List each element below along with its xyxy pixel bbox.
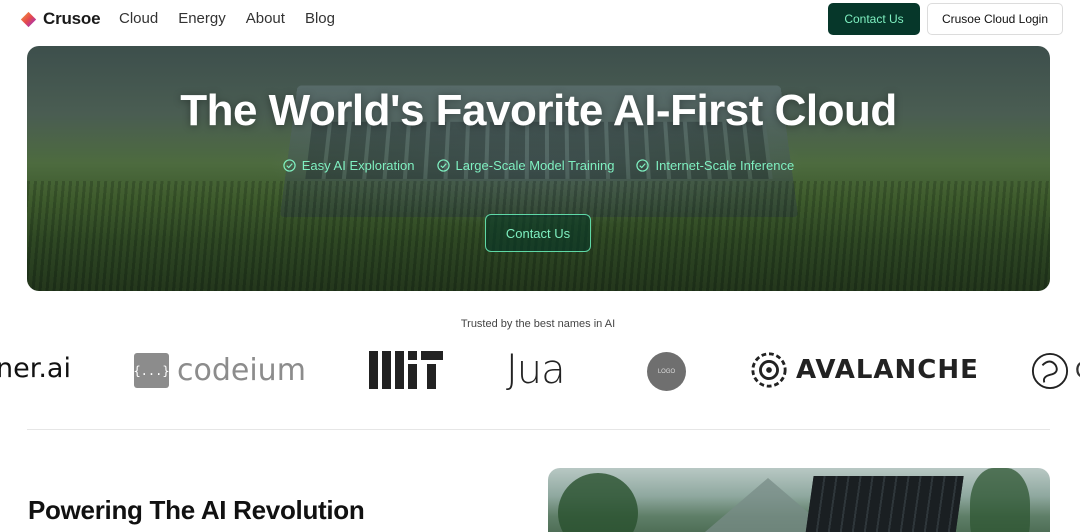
section-title: Powering The AI Revolution	[28, 495, 365, 525]
partner-logo-strip: ner.ai {...} codeium Jua LOGO AVALANCHE …	[0, 345, 1080, 400]
feature-label: Easy AI Exploration	[301, 158, 415, 173]
hero-banner: The World's Favorite AI-First Cloud Easy…	[27, 46, 1050, 291]
image-tree	[558, 473, 638, 532]
nav-links: Cloud Energy About Blog	[119, 10, 335, 27]
check-circle-icon	[283, 159, 296, 172]
section-divider	[27, 429, 1050, 430]
mit-logo	[369, 351, 443, 389]
codeium-logo: {...} codeium	[133, 353, 306, 388]
brand-logo-link[interactable]: Crusoe	[20, 9, 101, 29]
image-server-rack	[802, 476, 964, 532]
hero-title: The World's Favorite AI-First Cloud	[180, 86, 897, 135]
codeium-wordmark: codeium	[177, 353, 306, 388]
image-tree	[970, 468, 1030, 532]
check-circle-icon	[636, 159, 650, 172]
hero-contact-us-button[interactable]: Contact Us	[485, 214, 591, 252]
codeium-brackets-icon: {...}	[133, 353, 170, 388]
nav-link-blog[interactable]: Blog	[305, 10, 335, 27]
nav-link-cloud[interactable]: Cloud	[119, 10, 158, 27]
partner-logo-partial-left: ner.ai	[0, 353, 71, 384]
contact-us-button[interactable]: Contact Us	[828, 3, 920, 35]
partner-wordmark-partial: C	[1075, 357, 1080, 385]
check-circle-icon	[436, 159, 450, 172]
nav-link-energy[interactable]: Energy	[178, 10, 226, 27]
hero-feature-list: Easy AI Exploration Large-Scale Model Tr…	[27, 158, 1050, 173]
feature-label: Internet-Scale Inference	[655, 158, 795, 173]
cloud-login-button[interactable]: Crusoe Cloud Login	[927, 3, 1063, 35]
nav-link-about[interactable]: About	[246, 10, 285, 27]
partner-logo-partial-right: C	[1031, 352, 1080, 390]
feature-label: Large-Scale Model Training	[455, 158, 615, 173]
datacenter-forest-image	[548, 468, 1050, 532]
feature-item: Easy AI Exploration	[283, 158, 415, 173]
crusoe-logo-icon	[20, 11, 37, 27]
avalanche-logo: AVALANCHE	[750, 351, 979, 389]
partner-emblem-icon	[1031, 352, 1069, 390]
avalanche-emblem-icon	[751, 352, 787, 388]
feature-item: Large-Scale Model Training	[436, 158, 615, 173]
avalanche-wordmark: AVALANCHE	[796, 355, 979, 385]
top-nav: Crusoe Cloud Energy About Blog Contact U…	[0, 0, 1080, 38]
circle-logo: LOGO	[647, 352, 686, 391]
brand-name: Crusoe	[43, 9, 101, 28]
trusted-by-label: Trusted by the best names in AI	[460, 318, 616, 330]
feature-item: Internet-Scale Inference	[636, 158, 794, 173]
jua-logo: Jua	[506, 347, 566, 393]
